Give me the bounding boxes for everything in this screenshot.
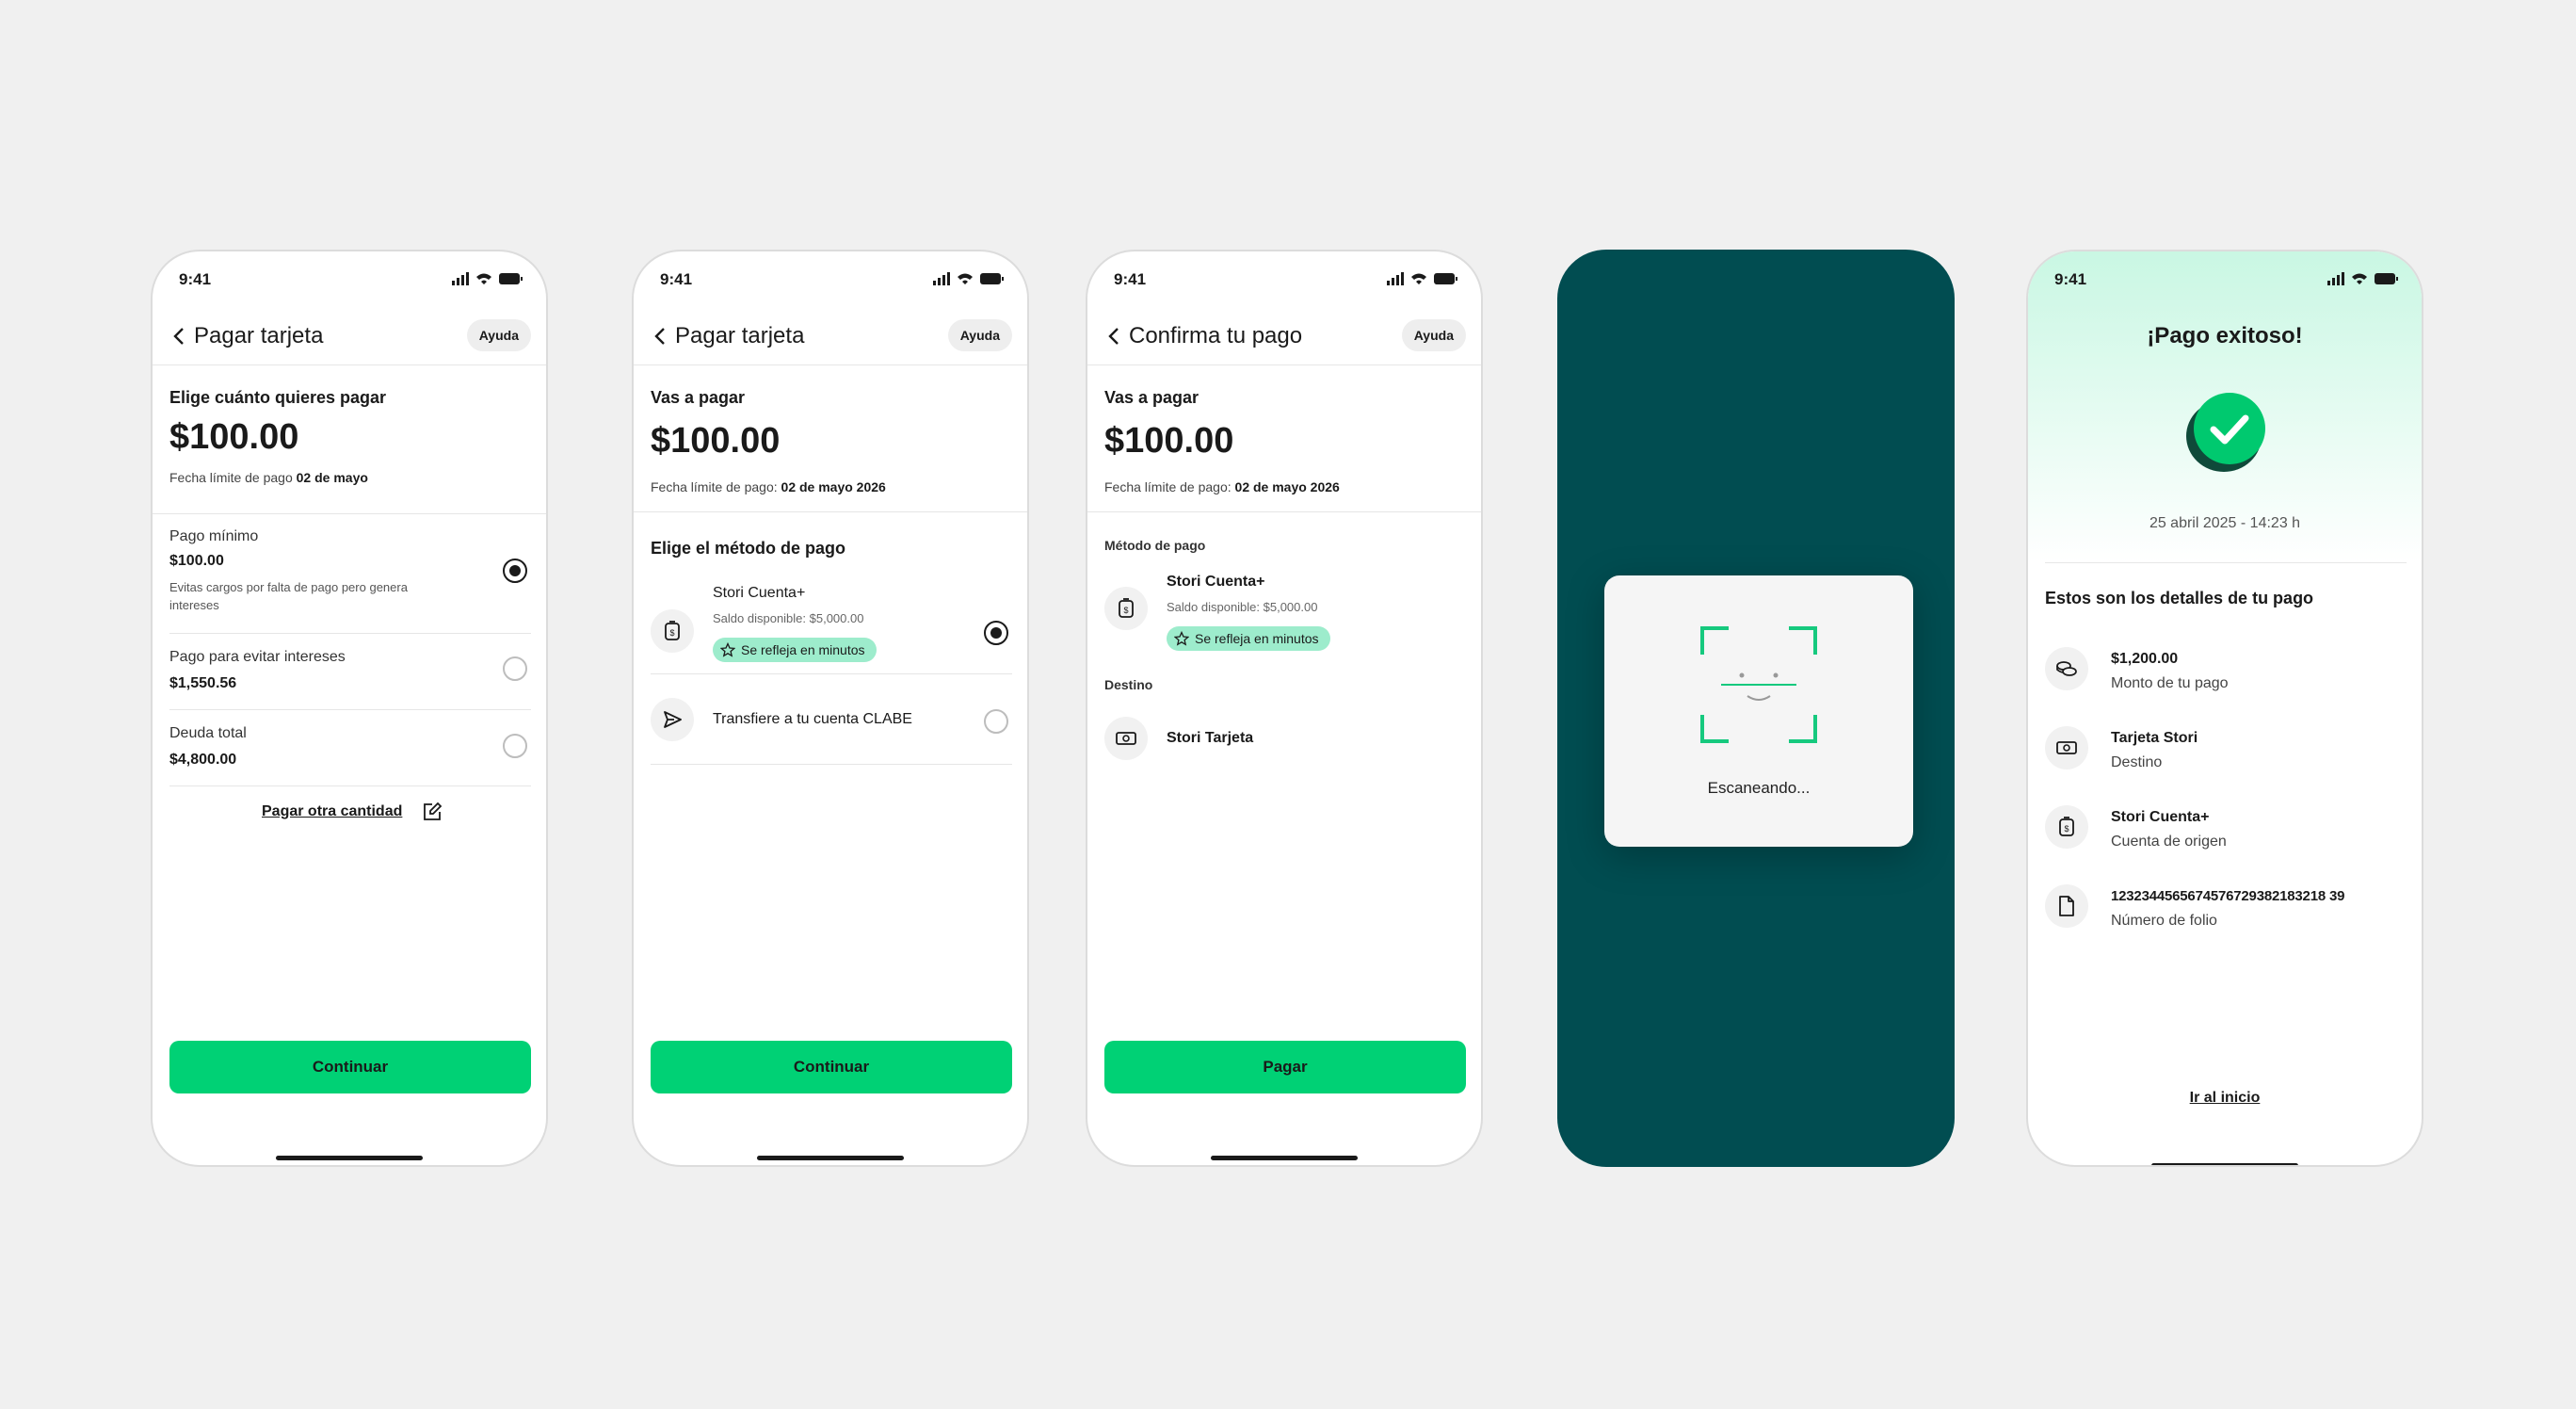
edit-icon[interactable] bbox=[422, 802, 443, 822]
status-bar: 9:41 bbox=[1087, 265, 1481, 293]
continue-button[interactable]: Continuar bbox=[169, 1041, 531, 1093]
speed-badge: Se refleja en minutos bbox=[713, 638, 877, 662]
radio-minimum[interactable] bbox=[503, 559, 527, 583]
radio-no-interest[interactable] bbox=[503, 656, 527, 681]
due-date: Fecha límite de pago 02 de mayo bbox=[169, 470, 368, 485]
screen-choose-amount: 9:41 Pagar tarjeta Ayuda Elige cuánto qu… bbox=[151, 250, 548, 1167]
radio-clabe[interactable] bbox=[984, 709, 1008, 734]
face-scan-icon bbox=[1700, 626, 1817, 743]
screen-confirm-payment: 9:41 Confirma tu pago Ayuda Vas a pagar … bbox=[1086, 250, 1483, 1167]
continue-button[interactable]: Continuar bbox=[651, 1041, 1012, 1093]
status-icons bbox=[2327, 272, 2398, 285]
due-date: Fecha límite de pago: 02 de mayo 2026 bbox=[1104, 479, 1340, 494]
coins-icon bbox=[2045, 647, 2088, 690]
star-icon bbox=[1174, 631, 1189, 646]
destination-name: Stori Tarjeta bbox=[1167, 730, 1254, 746]
header: Pagar tarjeta Ayuda bbox=[153, 308, 546, 365]
status-bar: 9:41 bbox=[634, 265, 1027, 293]
scan-status: Escaneando... bbox=[1707, 779, 1811, 797]
home-indicator bbox=[276, 1156, 423, 1160]
help-button[interactable]: Ayuda bbox=[947, 319, 1012, 351]
pay-button[interactable]: Pagar bbox=[1104, 1041, 1466, 1093]
send-icon bbox=[651, 698, 694, 741]
status-time: 9:41 bbox=[660, 270, 693, 288]
screen-face-scan: Escaneando... bbox=[1557, 250, 1955, 1167]
section-title: Vas a pagar bbox=[651, 388, 746, 407]
speed-badge: Se refleja en minutos bbox=[1167, 626, 1330, 651]
home-indicator bbox=[1211, 1156, 1358, 1160]
amount: $100.00 bbox=[169, 417, 299, 457]
status-time: 9:41 bbox=[1114, 270, 1147, 288]
back-icon[interactable] bbox=[1104, 325, 1123, 348]
section-title: Elige cuánto quieres pagar bbox=[169, 388, 387, 407]
header: Confirma tu pago Ayuda bbox=[1087, 308, 1481, 365]
amount: $100.00 bbox=[1104, 421, 1234, 461]
due-date: Fecha límite de pago: 02 de mayo 2026 bbox=[651, 479, 886, 494]
back-icon[interactable] bbox=[651, 325, 669, 348]
method-label: Método de pago bbox=[1104, 538, 1206, 553]
page-title: Pagar tarjeta bbox=[675, 323, 805, 348]
header: Pagar tarjeta Ayuda bbox=[634, 308, 1027, 365]
status-icons bbox=[933, 272, 1004, 285]
destination-label: Destino bbox=[1104, 677, 1153, 692]
help-button[interactable]: Ayuda bbox=[466, 319, 531, 351]
card-icon bbox=[2045, 726, 2088, 769]
star-icon bbox=[720, 642, 735, 657]
status-icons bbox=[1387, 272, 1457, 285]
home-indicator bbox=[2151, 1163, 2298, 1165]
success-title: ¡Pago exitoso! bbox=[2147, 323, 2303, 348]
status-icons bbox=[452, 272, 523, 285]
home-indicator bbox=[757, 1156, 904, 1160]
screen-payment-method: 9:41 Pagar tarjeta Ayuda Vas a pagar $10… bbox=[632, 250, 1029, 1167]
method-title: Elige el método de pago bbox=[651, 539, 846, 558]
page-title: Pagar tarjeta bbox=[194, 323, 324, 348]
status-time: 9:41 bbox=[2054, 270, 2087, 288]
check-circle-icon bbox=[2186, 393, 2265, 472]
status-bar: 9:41 bbox=[153, 265, 546, 293]
method-balance: Saldo disponible: $5,000.00 bbox=[1167, 600, 1318, 614]
svg-text:$: $ bbox=[1123, 606, 1128, 615]
wallet-icon: $ bbox=[651, 609, 694, 653]
radio-total-debt[interactable] bbox=[503, 734, 527, 758]
card-icon bbox=[1104, 717, 1148, 760]
amount: $100.00 bbox=[651, 421, 781, 461]
method-name: Stori Cuenta+ bbox=[1167, 574, 1265, 590]
other-amount-link[interactable]: Pagar otra cantidad bbox=[262, 803, 402, 820]
svg-text:$: $ bbox=[2064, 824, 2069, 834]
svg-text:$: $ bbox=[669, 628, 674, 638]
payment-date: 25 abril 2025 - 14:23 h bbox=[2149, 515, 2301, 531]
go-home-link[interactable]: Ir al inicio bbox=[2028, 1090, 2422, 1107]
radio-stori-cuenta[interactable] bbox=[984, 621, 1008, 645]
back-icon[interactable] bbox=[169, 325, 188, 348]
section-title: Vas a pagar bbox=[1104, 388, 1199, 407]
screen-payment-success: 9:41 ¡Pago exitoso! 25 abril 2025 - 14:2… bbox=[2026, 250, 2423, 1167]
details-title: Estos son los detalles de tu pago bbox=[2045, 589, 2314, 607]
document-icon bbox=[2045, 884, 2088, 928]
scan-dialog: Escaneando... bbox=[1604, 575, 1913, 847]
status-bar: 9:41 bbox=[2028, 265, 2422, 293]
help-button[interactable]: Ayuda bbox=[1401, 319, 1466, 351]
page-title: Confirma tu pago bbox=[1129, 323, 1303, 348]
wallet-icon: $ bbox=[1104, 587, 1148, 630]
status-time: 9:41 bbox=[179, 270, 212, 288]
wallet-icon: $ bbox=[2045, 805, 2088, 849]
